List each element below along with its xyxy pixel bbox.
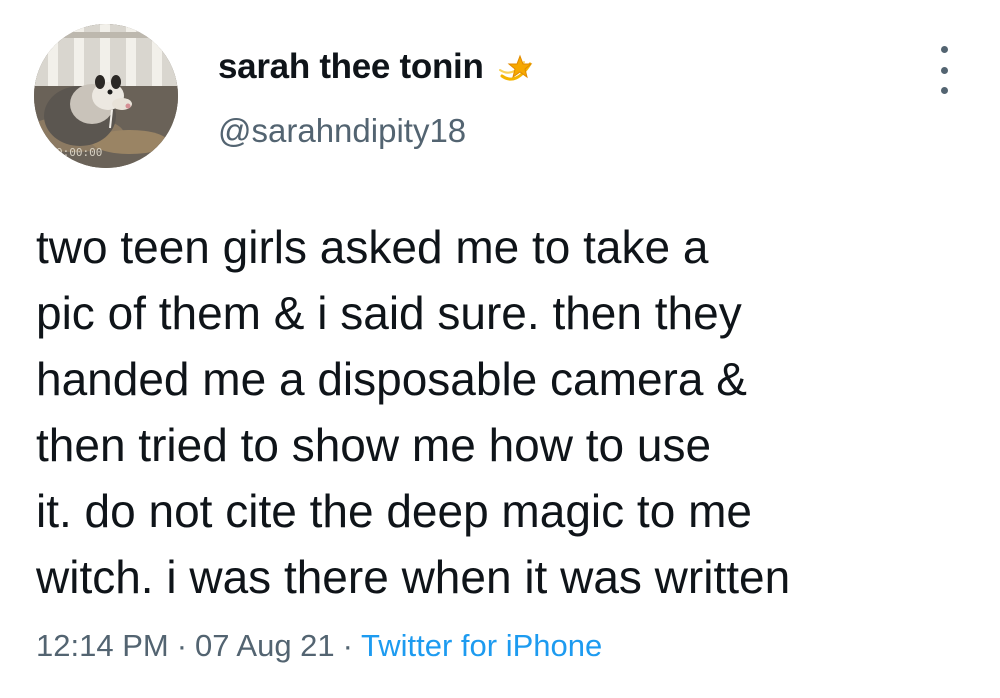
dot	[940, 87, 948, 94]
tweet-text-line: two teen girls asked me to take a	[36, 221, 709, 273]
tweet-text: two teen girls asked me to take a pic of…	[36, 214, 976, 610]
svg-text:0:00:00: 0:00:00	[56, 146, 102, 159]
separator: ·	[176, 628, 188, 663]
author-name-row: sarah thee tonin	[218, 44, 536, 90]
tweet-card: 0:00:00 sarah thee tonin @sarahndipity18…	[0, 0, 1000, 698]
separator: ·	[342, 628, 353, 663]
dot	[940, 66, 948, 74]
author-handle[interactable]: @sarahndipity18	[218, 112, 466, 150]
tweet-metadata: 12:14 PM · 07 Aug 21 · Twitter for iPhone	[36, 628, 602, 664]
tweet-time[interactable]: 12:14 PM	[36, 628, 169, 663]
dot	[940, 46, 948, 53]
tweet-text-line: pic of them & i said sure. then they	[36, 287, 742, 339]
shooting-star-icon	[494, 46, 536, 88]
display-name[interactable]: sarah thee tonin	[218, 47, 484, 87]
tweet-text-line: handed me a disposable camera &	[36, 353, 747, 405]
tweet-text-line: witch. i was there when it was written	[36, 551, 791, 603]
tweet-date[interactable]: 07 Aug 21	[195, 628, 335, 663]
tweet-text-line: then tried to show me how to use	[36, 419, 712, 471]
opossum-avatar-image: 0:00:00	[34, 24, 178, 168]
more-options-icon[interactable]	[932, 46, 956, 94]
tweet-text-line: it. do not cite the deep magic to me	[36, 485, 752, 537]
avatar[interactable]: 0:00:00	[34, 24, 178, 168]
tweet-source-link[interactable]: Twitter for iPhone	[361, 628, 602, 663]
